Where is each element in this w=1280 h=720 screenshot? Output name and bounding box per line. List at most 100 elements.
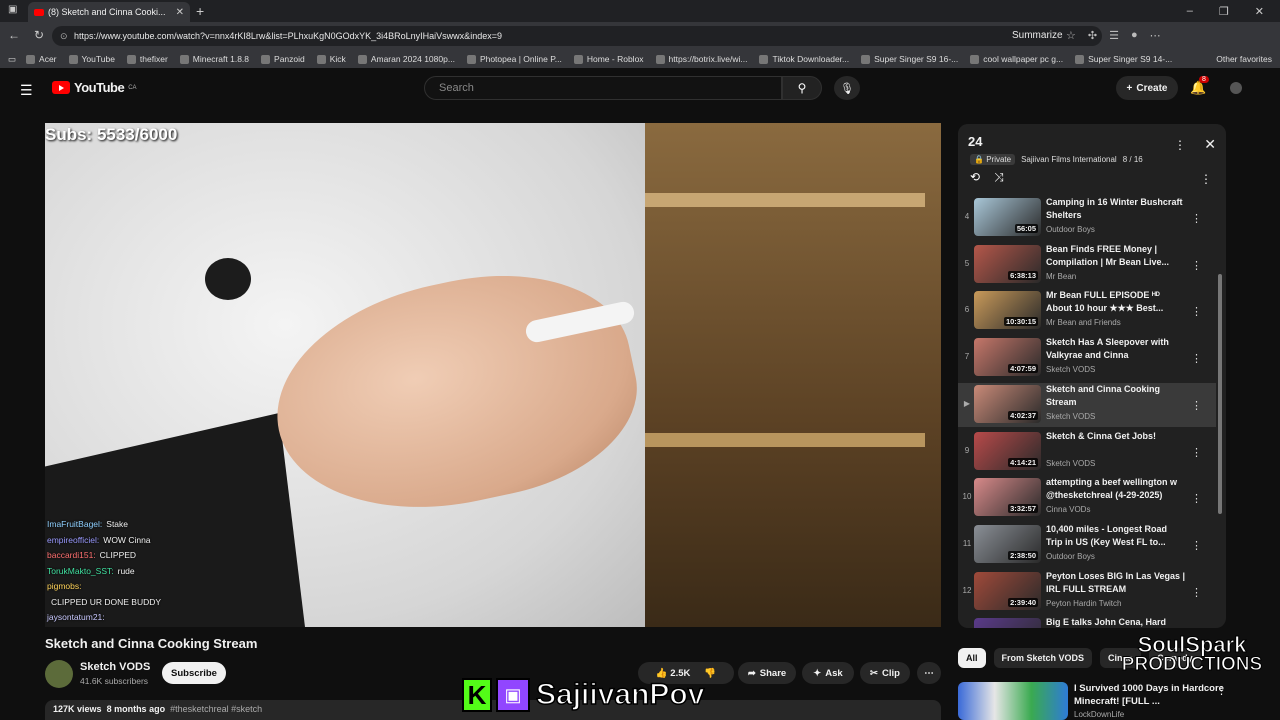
item-more-icon[interactable]: ⋮: [1191, 446, 1202, 459]
shuffle-icon[interactable]: ⤨: [994, 170, 1004, 185]
item-title: Bean Finds FREE Money | Compilation | Mr…: [1046, 243, 1170, 267]
bookmark-item[interactable]: Photopea | Online P...: [466, 54, 562, 64]
ask-button[interactable]: ✦ Ask: [802, 662, 854, 684]
bookmark-item[interactable]: Super Singer S9 16-...: [861, 54, 958, 64]
youtube-play-icon: [52, 81, 70, 94]
search-button[interactable]: ⚲: [782, 76, 822, 100]
bookmark-favicon-icon: [1075, 54, 1085, 64]
share-button[interactable]: ➦ Share: [738, 662, 796, 684]
summarize-button[interactable]: Summarize: [1012, 30, 1063, 41]
extensions-icon[interactable]: ✣: [1088, 29, 1097, 42]
more-actions-button[interactable]: ⋯: [917, 662, 941, 684]
bookmark-item[interactable]: Kick: [316, 54, 346, 64]
chat-username: empireofficiel:: [47, 534, 100, 545]
close-playlist-icon[interactable]: ✕: [1204, 136, 1216, 153]
bookmark-item[interactable]: Super Singer S9 14-...: [1075, 54, 1172, 64]
minimize-icon[interactable]: –: [1187, 5, 1193, 17]
back-icon[interactable]: ←: [8, 28, 20, 42]
other-favorites[interactable]: Other favorites: [1216, 54, 1272, 64]
item-duration: 10:30:15: [1003, 317, 1038, 327]
item-more-icon[interactable]: ⋮: [1191, 539, 1202, 552]
new-tab-icon[interactable]: +: [196, 3, 204, 19]
bookmark-item[interactable]: thefixer: [126, 54, 168, 64]
item-title: attempting a beef wellington w @thesketc…: [1046, 477, 1178, 501]
item-thumbnail: 10:30:15: [974, 291, 1041, 330]
playlist-more-icon[interactable]: ⋮: [1174, 138, 1186, 152]
bookmark-item[interactable]: https://botrix.live/wi...: [655, 54, 747, 64]
playlist-item[interactable]: ▶ 4:02:37 Sketch and Cinna Cooking Stream S…: [958, 382, 1216, 427]
channel-avatar[interactable]: [45, 660, 73, 688]
search-input[interactable]: Search: [424, 76, 782, 100]
url-field[interactable]: ⊙ https://www.youtube.com/watch?v=nnx4rK…: [52, 26, 1102, 46]
refresh-icon[interactable]: ↻: [34, 28, 44, 42]
voice-search-button[interactable]: 🎙: [834, 76, 860, 100]
playlist-scrollbar[interactable]: [1218, 274, 1222, 514]
dislike-button[interactable]: 👎: [704, 668, 716, 679]
favorites-icon[interactable]: ☰: [1109, 29, 1119, 42]
item-more-icon[interactable]: ⋮: [1191, 586, 1202, 599]
subscribe-button[interactable]: Subscribe: [162, 662, 226, 684]
item-more-icon[interactable]: ⋮: [1191, 492, 1202, 505]
recommended-more-icon[interactable]: ⋮: [1216, 684, 1227, 697]
playlist-item[interactable]: 4 56:05 Camping in 16 Winter Bushcraft She…: [958, 196, 1216, 240]
close-tab-icon[interactable]: ✕: [176, 7, 184, 18]
maximize-icon[interactable]: ❐: [1219, 5, 1229, 18]
playlist-item[interactable]: 7 4:07:59 Sketch Has A Sleepover with Valk…: [958, 336, 1216, 380]
playlist-item[interactable]: 13Big E talks John Cena, Hard⋮: [958, 616, 1216, 628]
item-index: 9: [964, 445, 970, 455]
item-channel: Peyton Hardin Twitch: [1046, 598, 1122, 608]
playlist-title[interactable]: 24: [968, 134, 982, 149]
item-index: 10: [962, 492, 972, 502]
item-more-icon[interactable]: ⋮: [1191, 212, 1202, 225]
url-text: https://www.youtube.com/watch?v=nnx4rKI8…: [74, 31, 502, 41]
tab-list-icon[interactable]: ▣: [8, 4, 17, 15]
clip-button[interactable]: ✂ Clip: [860, 662, 910, 684]
hashtags[interactable]: #thesketchreal #sketch: [170, 704, 262, 714]
recommended-thumbnail[interactable]: [958, 682, 1068, 720]
filter-chip[interactable]: From Sketch VODS: [993, 648, 1093, 668]
profile-icon[interactable]: ●: [1131, 29, 1138, 42]
item-more-icon[interactable]: ⋮: [1191, 399, 1202, 412]
playlist-item[interactable]: 6 10:30:15 Mr Bean FULL EPISODE ᴴᴰ About 1…: [958, 289, 1216, 333]
menu-dots-icon[interactable]: ⋯: [1150, 29, 1161, 42]
playlist-item[interactable]: 11 2:38:50 10,400 miles - Longest Road Tri…: [958, 523, 1216, 567]
apps-icon[interactable]: ▭: [8, 54, 16, 65]
loop-icon[interactable]: ⟲: [970, 170, 980, 185]
bookmark-item[interactable]: Minecraft 1.8.8: [179, 54, 249, 64]
recommended-channel[interactable]: LockDownLife: [1074, 710, 1124, 719]
create-button[interactable]: + Create: [1116, 76, 1178, 100]
avatar[interactable]: [1230, 82, 1242, 94]
item-more-icon[interactable]: ⋮: [1191, 352, 1202, 365]
channel-name[interactable]: Sketch VODS: [80, 661, 150, 673]
bookmark-favicon-icon: [179, 54, 189, 64]
playlist-owner[interactable]: Sajiivan Films International: [1021, 155, 1117, 164]
bookmark-star-icon[interactable]: ☆: [1066, 29, 1076, 42]
browser-tab-active[interactable]: (8) Sketch and Cinna Cooki... ✕: [28, 2, 190, 22]
bookmark-item[interactable]: Acer: [26, 54, 57, 64]
notifications-button[interactable]: 🔔 8: [1190, 76, 1209, 96]
video-player[interactable]: Subs: 5533/6000 ImaFruitBagel: Stake empir…: [45, 123, 941, 627]
playlist-item[interactable]: 12 2:39:40 Peyton Loses BIG In Las Vegas |…: [958, 570, 1216, 614]
playlist-item[interactable]: 5 6:38:13 Bean Finds FREE Money | Compilat…: [958, 243, 1216, 287]
site-info-icon[interactable]: ⊙: [60, 31, 68, 42]
playlist-item[interactable]: 9 4:14:21 Sketch & Cinna Get Jobs! Sketch V…: [958, 430, 1216, 474]
like-button[interactable]: 👍 2.5K: [656, 668, 691, 679]
close-window-icon[interactable]: ✕: [1255, 5, 1264, 18]
recommended-title[interactable]: I Survived 1000 Days in Hardcore Minecra…: [1074, 682, 1224, 708]
bookmark-item[interactable]: YouTube: [68, 54, 115, 64]
bookmark-item[interactable]: Tiktok Downloader...: [759, 54, 849, 64]
item-more-icon[interactable]: ⋮: [1191, 259, 1202, 272]
bookmark-item[interactable]: Amaran 2024 1080p...: [357, 54, 455, 64]
filter-chip[interactable]: All: [958, 648, 986, 668]
bookmark-item[interactable]: cool wallpaper pc g...: [970, 54, 1063, 64]
bookmark-item[interactable]: Home - Roblox: [573, 54, 644, 64]
bookmark-item[interactable]: Panzoid: [261, 54, 305, 64]
youtube-logo[interactable]: YouTube CA: [52, 80, 137, 95]
thumbs-up-icon: 👍: [655, 667, 668, 679]
menu-hamburger-icon[interactable]: ☰: [20, 82, 33, 99]
youtube-favicon-icon: [34, 8, 44, 16]
playlist-item[interactable]: 10 3:32:57 attempting a beef wellington w …: [958, 476, 1216, 520]
item-more-icon[interactable]: ⋮: [1191, 305, 1202, 318]
playlist-options-icon[interactable]: ⋮: [1200, 172, 1212, 186]
chat-message: TorukMakto_SST: rude: [47, 564, 161, 580]
